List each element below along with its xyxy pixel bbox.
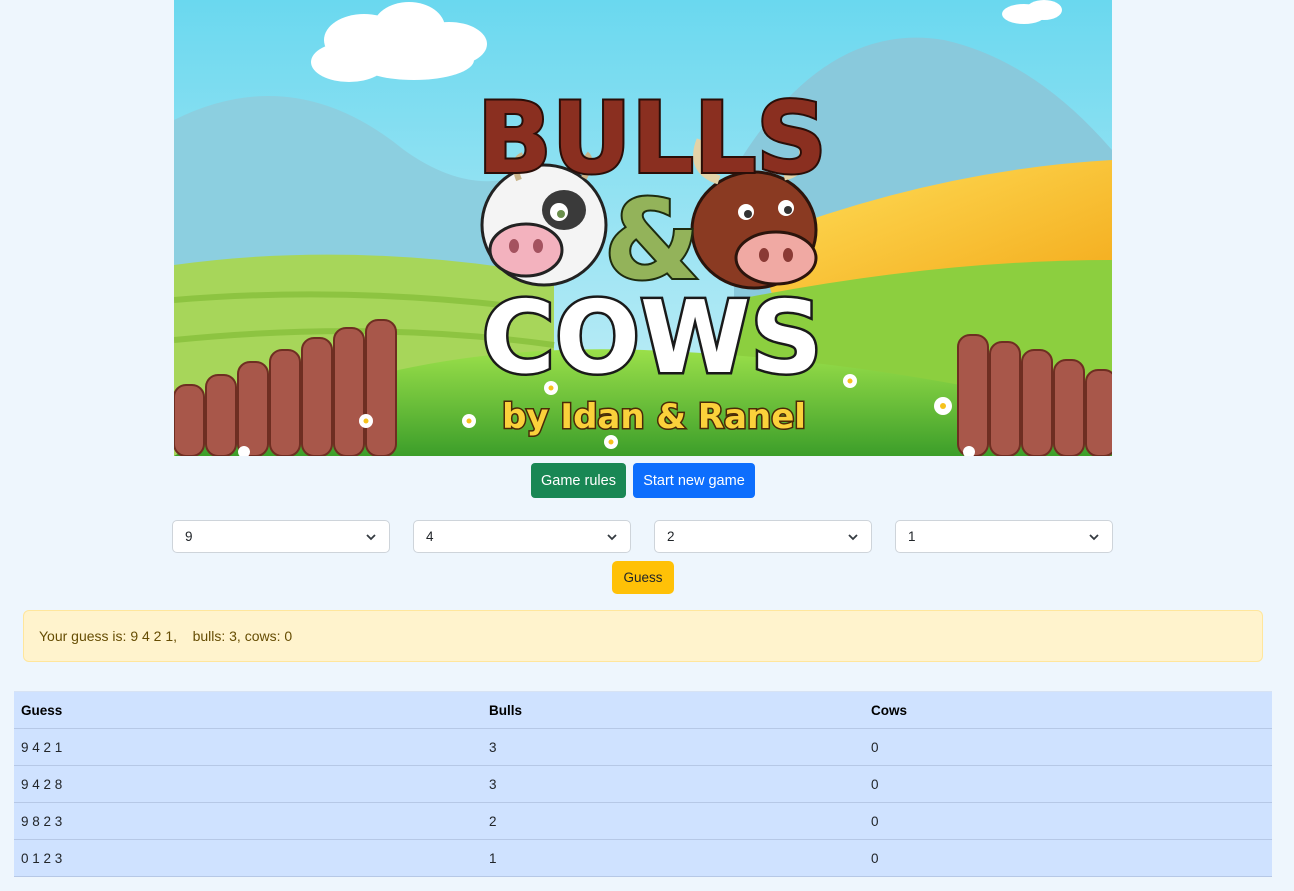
bulls-cell: 3 bbox=[482, 728, 864, 766]
bulls-cell: 1 bbox=[482, 839, 864, 877]
chevron-down-icon bbox=[366, 534, 376, 541]
digit-select-1[interactable]: 9 bbox=[172, 520, 390, 553]
chevron-down-icon bbox=[848, 534, 858, 541]
digit-select-2[interactable]: 4 bbox=[413, 520, 631, 553]
digit-select-value: 1 bbox=[908, 529, 916, 544]
guess-cell: 9 4 2 8 bbox=[14, 765, 482, 803]
start-new-game-button[interactable]: Start new game bbox=[633, 463, 755, 498]
guess-result-alert: Your guess is: 9 4 2 1, bulls: 3, cows: … bbox=[23, 610, 1263, 662]
bulls-cell: 3 bbox=[482, 765, 864, 803]
table-row: 9 8 2 3 2 0 bbox=[14, 802, 1272, 840]
guess-cell: 9 4 2 1 bbox=[14, 728, 482, 766]
column-header-guess: Guess bbox=[14, 691, 482, 729]
cows-cell: 0 bbox=[864, 765, 1272, 803]
digit-select-value: 2 bbox=[667, 529, 675, 544]
cows-cell: 0 bbox=[864, 802, 1272, 840]
digit-select-value: 4 bbox=[426, 529, 434, 544]
table-row: 9 4 2 1 3 0 bbox=[14, 728, 1272, 766]
chevron-down-icon bbox=[1089, 534, 1099, 541]
game-banner: BULLS & COWS by Idan & Ranel bbox=[174, 0, 1112, 456]
digit-select-3[interactable]: 2 bbox=[654, 520, 872, 553]
banner-illustration: BULLS & COWS by Idan & Ranel bbox=[174, 0, 1112, 456]
cows-cell: 0 bbox=[864, 839, 1272, 877]
digit-select-4[interactable]: 1 bbox=[895, 520, 1113, 553]
column-header-cows: Cows bbox=[864, 691, 1272, 729]
table-row: 0 1 2 3 1 0 bbox=[14, 839, 1272, 877]
game-rules-button[interactable]: Game rules bbox=[531, 463, 626, 498]
cows-cell: 0 bbox=[864, 728, 1272, 766]
digit-select-value: 9 bbox=[185, 529, 193, 544]
banner-title-cows: COWS bbox=[482, 279, 823, 396]
guess-button[interactable]: Guess bbox=[612, 561, 674, 594]
guess-history-table: Guess Bulls Cows 9 4 2 1 3 0 9 4 2 8 3 0… bbox=[14, 691, 1272, 877]
guess-result-text: Your guess is: 9 4 2 1, bulls: 3, cows: … bbox=[39, 628, 293, 644]
banner-credit: by Idan & Ranel bbox=[502, 397, 806, 437]
table-header-row: Guess Bulls Cows bbox=[14, 691, 1272, 729]
table-row: 9 4 2 8 3 0 bbox=[14, 765, 1272, 803]
guess-cell: 9 8 2 3 bbox=[14, 802, 482, 840]
chevron-down-icon bbox=[607, 534, 617, 541]
bulls-cell: 2 bbox=[482, 802, 864, 840]
guess-cell: 0 1 2 3 bbox=[14, 839, 482, 877]
column-header-bulls: Bulls bbox=[482, 691, 864, 729]
